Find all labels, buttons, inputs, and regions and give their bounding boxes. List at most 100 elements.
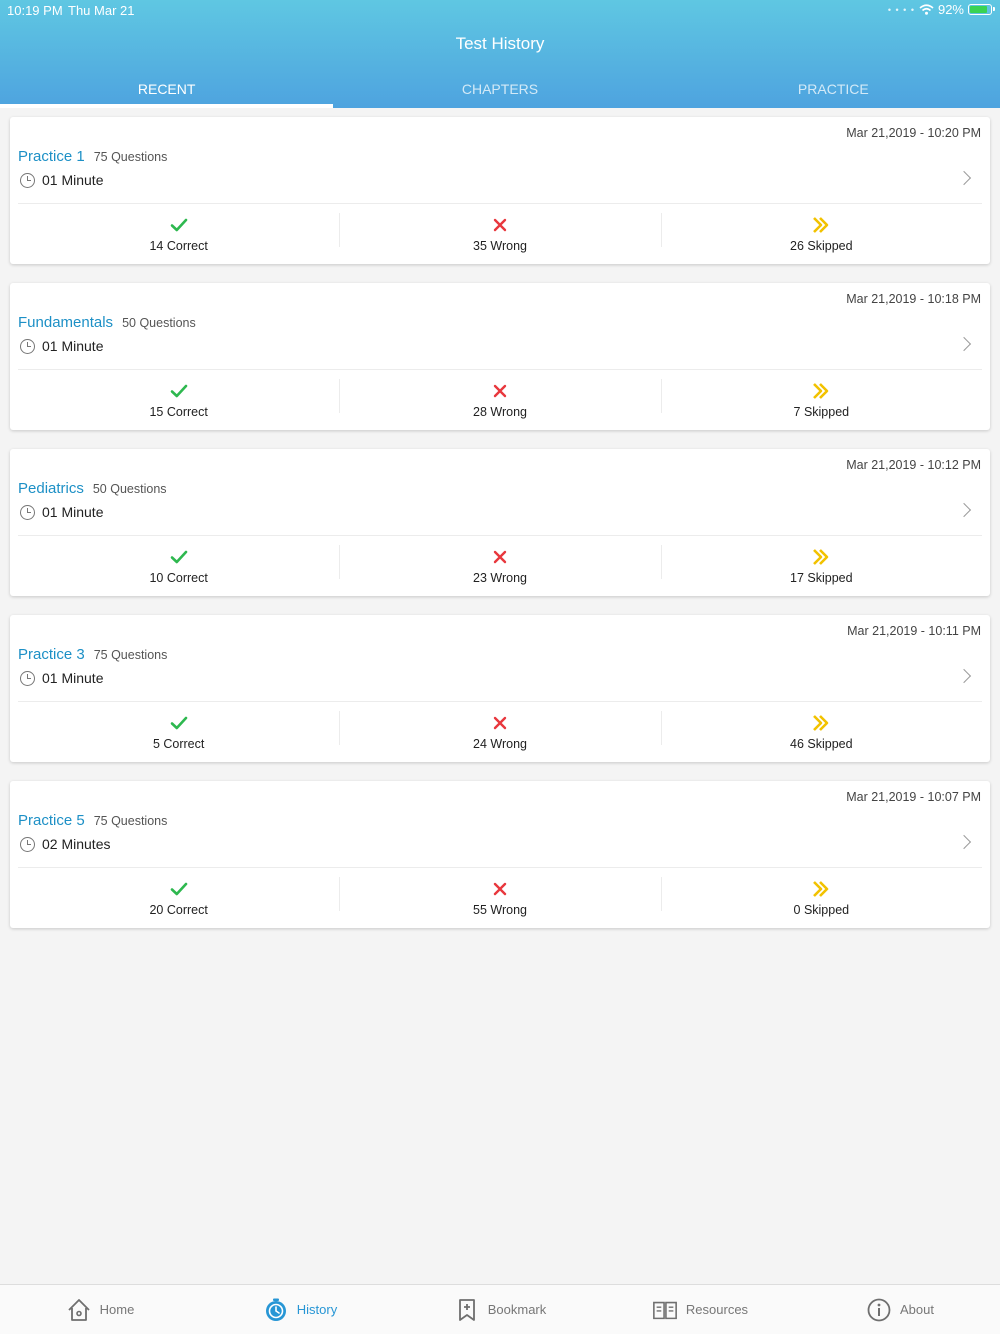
skipped-count: 0 Skipped <box>793 903 850 917</box>
test-stats: 20 Correct 55 Wrong 0 Skipped <box>18 873 982 919</box>
chevron-right-icon[interactable] <box>956 502 972 518</box>
signal-icon: • • • • <box>887 4 915 15</box>
test-duration: 02 Minutes <box>42 836 111 852</box>
test-stats: 15 Correct 28 Wrong 7 Skipped <box>18 375 982 421</box>
stat-wrong: 24 Wrong <box>339 707 660 753</box>
test-duration-row: 01 Minute <box>20 338 103 354</box>
double-chevron-icon <box>661 214 982 236</box>
test-question-count: 75 Questions <box>93 648 168 662</box>
wrong-count: 23 Wrong <box>473 571 527 585</box>
skipped-count: 46 Skipped <box>790 737 853 751</box>
cross-icon <box>339 546 660 568</box>
page-title: Test History <box>455 34 545 53</box>
stat-wrong: 23 Wrong <box>339 541 660 587</box>
skipped-count: 7 Skipped <box>793 405 850 419</box>
clock-icon <box>20 504 35 520</box>
test-history-card[interactable]: Mar 21,2019 - 10:18 PM Fundamentals 50 Q… <box>10 283 990 430</box>
nav-resources[interactable]: Resources <box>600 1285 800 1334</box>
check-icon <box>18 546 339 568</box>
wifi-icon <box>919 4 934 15</box>
test-title-row: Fundamentals 50 Questions <box>18 314 196 331</box>
test-duration-row: 01 Minute <box>20 172 103 188</box>
test-name: Practice 1 <box>18 148 85 165</box>
skipped-count: 17 Skipped <box>790 571 853 585</box>
history-icon <box>263 1297 289 1323</box>
test-datetime: Mar 21,2019 - 10:20 PM <box>846 126 981 140</box>
info-icon <box>866 1297 892 1323</box>
wrong-count: 55 Wrong <box>473 903 527 917</box>
clock-icon <box>20 172 35 188</box>
stat-correct: 15 Correct <box>18 375 339 421</box>
double-chevron-icon <box>661 878 982 900</box>
nav-label: Resources <box>685 1302 749 1317</box>
correct-count: 20 Correct <box>149 903 208 917</box>
nav-about[interactable]: About <box>800 1285 1000 1334</box>
check-icon <box>18 214 339 236</box>
test-stats: 10 Correct 23 Wrong 17 Skipped <box>18 541 982 587</box>
skipped-count: 26 Skipped <box>790 239 853 253</box>
test-stats: 5 Correct 24 Wrong 46 Skipped <box>18 707 982 753</box>
test-datetime: Mar 21,2019 - 10:18 PM <box>846 292 981 306</box>
test-duration: 01 Minute <box>42 338 104 354</box>
test-question-count: 75 Questions <box>93 150 168 164</box>
test-history-card[interactable]: Mar 21,2019 - 10:20 PM Practice 1 75 Que… <box>10 117 990 264</box>
test-history-card[interactable]: Mar 21,2019 - 10:12 PM Pediatrics 50 Que… <box>10 449 990 596</box>
test-name: Practice 5 <box>18 812 85 829</box>
stat-correct: 10 Correct <box>18 541 339 587</box>
test-title-row: Practice 5 75 Questions <box>18 812 167 829</box>
test-duration-row: 01 Minute <box>20 670 103 686</box>
tab-chapters[interactable]: CHAPTERS <box>333 72 666 108</box>
double-chevron-icon <box>661 546 982 568</box>
test-question-count: 50 Questions <box>122 316 196 330</box>
chevron-right-icon[interactable] <box>956 336 972 352</box>
book-icon <box>652 1297 678 1323</box>
divider <box>18 867 982 868</box>
stat-correct: 5 Correct <box>18 707 339 753</box>
correct-count: 10 Correct <box>149 571 208 585</box>
stat-wrong: 28 Wrong <box>339 375 660 421</box>
test-history-list: Mar 21,2019 - 10:20 PM Practice 1 75 Que… <box>10 117 990 947</box>
nav-home[interactable]: Home <box>0 1285 200 1334</box>
check-icon <box>18 878 339 900</box>
test-title-row: Practice 3 75 Questions <box>18 646 167 663</box>
stat-wrong: 35 Wrong <box>339 209 660 255</box>
chevron-right-icon[interactable] <box>956 834 972 850</box>
clock-icon <box>20 836 35 852</box>
cross-icon <box>339 712 660 734</box>
divider <box>18 535 982 536</box>
chevron-right-icon[interactable] <box>956 668 972 684</box>
divider <box>18 369 982 370</box>
bottom-navigation: Home History Bookmark Resources About <box>0 1284 1000 1334</box>
nav-bookmark[interactable]: Bookmark <box>400 1285 600 1334</box>
test-duration-row: 01 Minute <box>20 504 103 520</box>
chevron-right-icon[interactable] <box>956 170 972 186</box>
test-duration: 01 Minute <box>42 670 104 686</box>
status-time: 10:19 PM <box>7 3 63 18</box>
test-name: Practice 3 <box>18 646 85 663</box>
test-history-card[interactable]: Mar 21,2019 - 10:11 PM Practice 3 75 Que… <box>10 615 990 762</box>
test-duration: 01 Minute <box>42 504 104 520</box>
test-datetime: Mar 21,2019 - 10:07 PM <box>846 790 981 804</box>
stat-skipped: 46 Skipped <box>660 707 982 753</box>
nav-history[interactable]: History <box>200 1285 400 1334</box>
cross-icon <box>339 878 660 900</box>
wrong-count: 35 Wrong <box>473 239 527 253</box>
tab-recent[interactable]: RECENT <box>0 72 334 108</box>
correct-count: 15 Correct <box>149 405 208 419</box>
stat-skipped: 17 Skipped <box>660 541 982 587</box>
test-question-count: 50 Questions <box>92 482 167 496</box>
double-chevron-icon <box>661 380 982 402</box>
nav-label: History <box>296 1302 338 1317</box>
nav-label: Home <box>99 1302 135 1317</box>
clock-icon <box>20 670 35 686</box>
status-indicators: • • • • 92% <box>887 2 995 17</box>
battery-icon <box>968 4 995 15</box>
test-title-row: Pediatrics 50 Questions <box>18 480 167 497</box>
test-history-card[interactable]: Mar 21,2019 - 10:07 PM Practice 5 75 Que… <box>10 781 990 928</box>
stat-skipped: 7 Skipped <box>660 375 982 421</box>
stat-wrong: 55 Wrong <box>339 873 660 919</box>
test-name: Fundamentals <box>18 314 114 331</box>
cross-icon <box>339 380 660 402</box>
cross-icon <box>339 214 660 236</box>
tab-practice[interactable]: PRACTICE <box>667 72 1000 108</box>
